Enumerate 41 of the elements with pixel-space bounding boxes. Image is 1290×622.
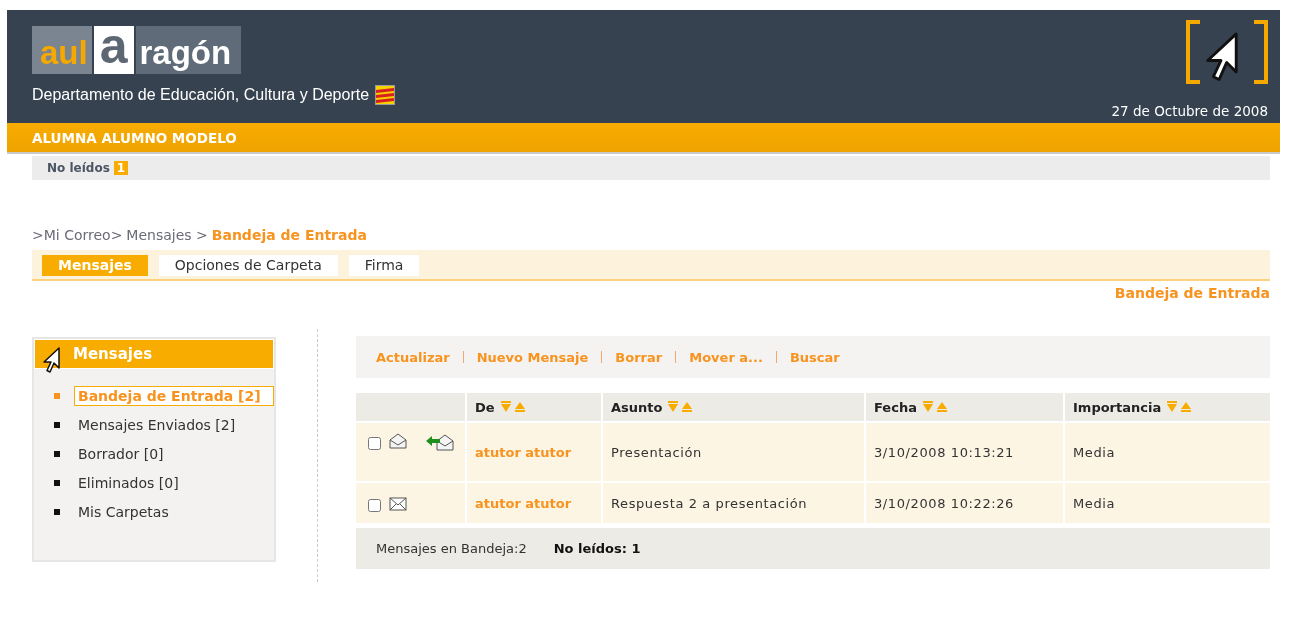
breadcrumb-current: Bandeja de Entrada [211, 227, 367, 243]
sort-arrows-icon [922, 401, 947, 413]
folder-link[interactable]: Borrador [0] [74, 443, 168, 464]
breadcrumb-link[interactable]: Mensajes > [126, 227, 208, 243]
logo: aul a ragón [32, 26, 396, 74]
unread-label: No leídos [47, 161, 110, 175]
table-cell: Respuesta 2 a presentación [603, 483, 864, 523]
table-cell: Media [1065, 423, 1270, 481]
breadcrumb-link[interactable]: >Mi Correo> [32, 227, 123, 243]
table-cell: Media [1065, 483, 1270, 523]
panel-title: Mensajes [73, 345, 153, 363]
column-header[interactable]: Importancia [1065, 393, 1270, 421]
bullet-icon [54, 479, 60, 486]
table-cell: 3/10/2008 10:22:26 [866, 483, 1063, 523]
unread-count: No leídos: 1 [553, 541, 641, 556]
row-checkbox[interactable] [368, 498, 381, 512]
department-name: Departamento de Educación, Cultura y Deporte [32, 86, 370, 104]
bullet-icon [54, 450, 60, 457]
bullet-icon [54, 508, 60, 515]
unread-count-badge: 1 [113, 161, 129, 175]
row-checkbox[interactable] [368, 437, 381, 450]
bullet-icon [54, 392, 60, 399]
column-header[interactable]: De [467, 393, 601, 421]
message-count: Mensajes en Bandeja:2 [376, 541, 527, 556]
folder-link[interactable]: Mis Carpetas [74, 501, 173, 522]
user-name-bar: ALUMNA ALUMNO MODELO [7, 123, 1280, 154]
table-cell: 3/10/2008 10:13:21 [866, 423, 1063, 481]
sort-arrows-icon [500, 401, 525, 413]
sort-arrows-icon [1167, 401, 1192, 413]
bullet-icon [54, 421, 60, 428]
column-header[interactable]: Asunto [603, 393, 864, 421]
folder-link[interactable]: Mensajes Enviados [2] [74, 414, 240, 435]
sort-arrows-icon [668, 401, 693, 413]
tab[interactable]: Firma [348, 255, 420, 276]
table-cell: Presentación [603, 423, 864, 481]
column-header[interactable]: Fecha [866, 393, 1063, 421]
tab[interactable]: Opciones de Carpeta [158, 255, 338, 276]
folder-title: Bandeja de Entrada [1114, 285, 1270, 301]
flag-icon [375, 85, 396, 105]
date-label: 27 de Octubre de 2008 [1111, 103, 1268, 119]
folder-link[interactable]: Eliminados [0] [74, 472, 183, 493]
